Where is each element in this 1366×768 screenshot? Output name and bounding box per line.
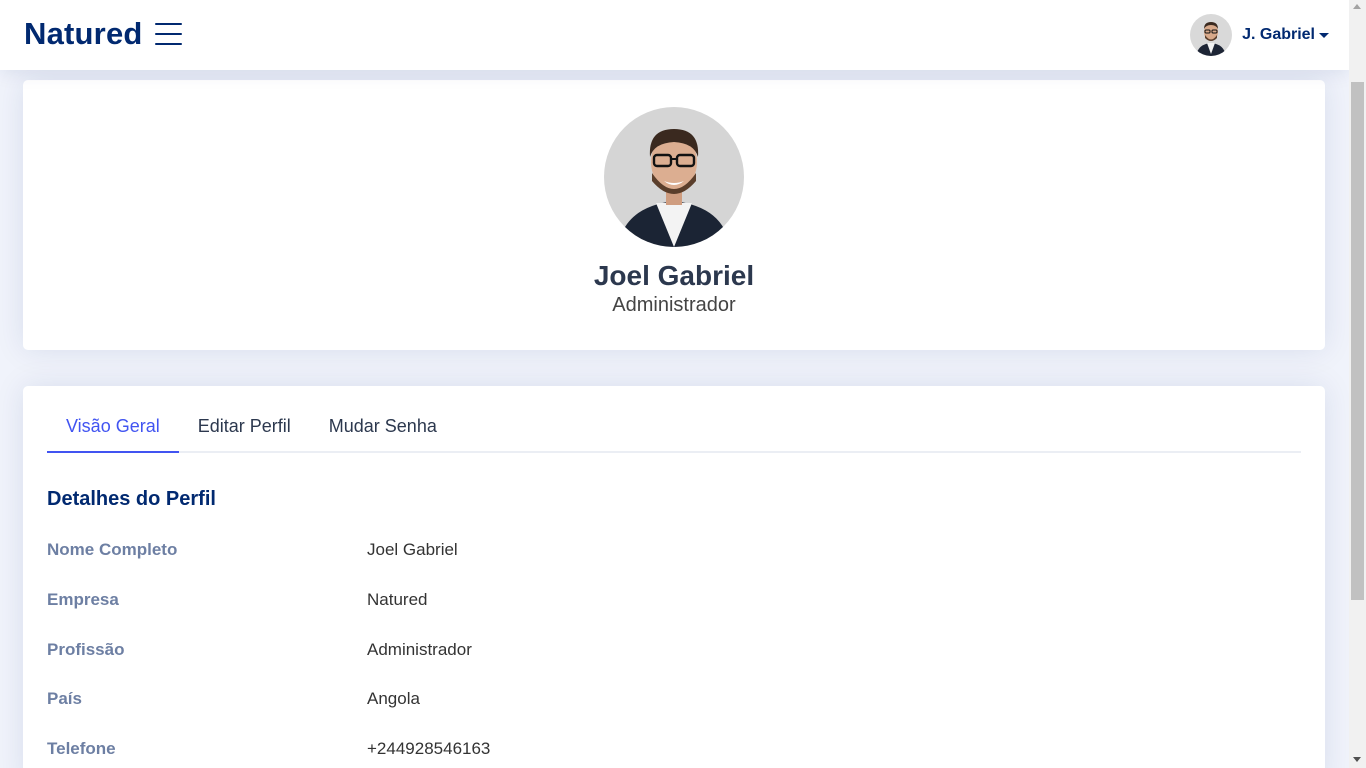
detail-row-company: Empresa Natured: [47, 590, 1301, 640]
page-scrollbar[interactable]: [1349, 0, 1366, 768]
detail-label: Nome Completo: [47, 540, 178, 559]
profile-avatar: [604, 107, 744, 247]
profile-details-card: Visão Geral Editar Perfil Mudar Senha De…: [23, 386, 1325, 768]
profile-card: Joel Gabriel Administrador: [23, 80, 1325, 350]
detail-row-country: País Angola: [47, 689, 1301, 739]
detail-value: Joel Gabriel: [367, 540, 458, 559]
scroll-up-arrow-icon[interactable]: [1353, 4, 1361, 9]
tab-overview[interactable]: Visão Geral: [47, 410, 179, 453]
detail-label: País: [47, 689, 82, 709]
detail-value: +244928546163: [367, 739, 491, 758]
tab-change-password[interactable]: Mudar Senha: [310, 410, 456, 453]
detail-value: Administrador: [367, 639, 472, 659]
user-name: J. Gabriel: [1242, 26, 1315, 43]
hamburger-menu-icon[interactable]: [155, 22, 182, 46]
top-header: Natured J. Gabriel: [0, 0, 1349, 70]
detail-value: Angola: [367, 689, 420, 709]
detail-label: Telefone: [47, 739, 116, 758]
tab-edit-profile[interactable]: Editar Perfil: [179, 410, 310, 453]
profile-name: Joel Gabriel: [593, 260, 755, 291]
caret-down-icon: [1319, 33, 1329, 38]
profile-role: Administrador: [612, 294, 736, 316]
detail-value: Natured: [367, 589, 428, 609]
detail-row-phone: Telefone +244928546163: [47, 739, 1301, 768]
user-dropdown[interactable]: J. Gabriel: [1190, 14, 1329, 56]
section-title: Detalhes do Perfil: [47, 488, 216, 510]
detail-row-profession: Profissão Administrador: [47, 640, 1301, 690]
details-list: Nome Completo Joel Gabriel Empresa Natur…: [47, 540, 1301, 768]
logo[interactable]: Natured: [24, 16, 143, 52]
scroll-down-arrow-icon[interactable]: [1353, 757, 1361, 762]
detail-label: Profissão: [47, 639, 125, 659]
scroll-thumb[interactable]: [1351, 82, 1364, 600]
detail-label: Empresa: [47, 589, 119, 609]
avatar: [1190, 14, 1233, 56]
profile-tabs: Visão Geral Editar Perfil Mudar Senha: [47, 410, 1301, 453]
detail-row-full-name: Nome Completo Joel Gabriel: [47, 540, 1301, 590]
